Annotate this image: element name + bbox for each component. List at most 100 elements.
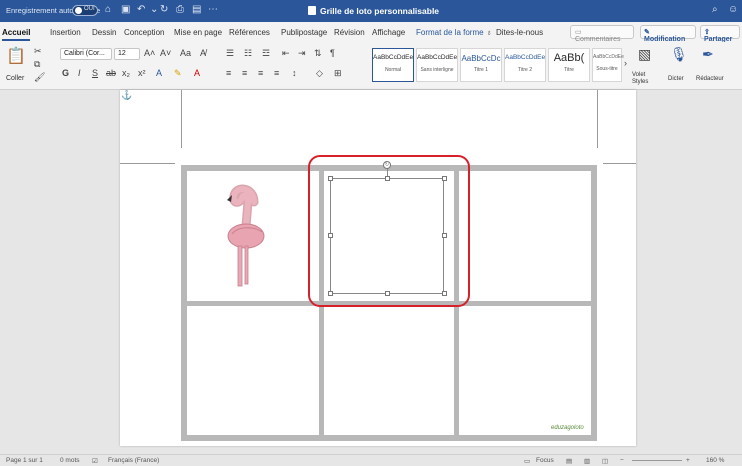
tab-references[interactable]: Références — [229, 28, 270, 37]
resize-handle[interactable] — [385, 176, 390, 181]
sort-icon[interactable]: ⇅ — [314, 48, 322, 59]
resize-handle[interactable] — [328, 233, 333, 238]
microphone-icon[interactable]: 🎙 — [670, 46, 688, 63]
borders-icon[interactable]: ⊞ — [334, 68, 342, 79]
undo-icon[interactable]: ↶ — [137, 4, 145, 15]
resize-handle[interactable] — [328, 176, 333, 181]
clear-format-icon[interactable]: A̸ — [200, 48, 206, 58]
tab-revision[interactable]: Révision — [334, 28, 365, 37]
focus-label[interactable]: Focus — [536, 457, 554, 464]
proofing-icon[interactable]: ☑ — [92, 457, 98, 465]
tab-accueil[interactable]: Accueil — [2, 28, 31, 41]
style-titre[interactable]: AaBb( Titre — [548, 48, 590, 82]
italic-icon[interactable]: I — [78, 68, 81, 78]
document-title: Grille de loto personnalisable — [320, 6, 440, 16]
comments-button[interactable]: ▭ Commentaires — [570, 25, 634, 43]
resize-handle[interactable] — [328, 291, 333, 296]
styles-pane-icon[interactable]: ▧ — [638, 46, 651, 63]
tab-affichage[interactable]: Affichage — [372, 28, 405, 37]
cut-icon[interactable]: ✂ — [34, 46, 42, 57]
home-icon[interactable]: ⌂ — [105, 4, 111, 15]
search-icon[interactable]: ⌕ — [712, 4, 718, 15]
resize-handle[interactable] — [385, 291, 390, 296]
modification-button[interactable]: ✎ Modification — [640, 25, 696, 43]
change-case-icon[interactable]: Aa — [180, 48, 191, 58]
increase-indent-icon[interactable]: ⇥ — [298, 48, 306, 59]
multilevel-icon[interactable]: ☲ — [262, 48, 270, 59]
editor-icon[interactable]: ✒ — [702, 46, 714, 63]
style-sans-interligne[interactable]: AaBbCcDdEe Sans interligne — [416, 48, 458, 82]
tab-mise-en-page[interactable]: Mise en page — [174, 28, 222, 37]
decrease-indent-icon[interactable]: ⇤ — [282, 48, 290, 59]
align-center-icon[interactable]: ≡ — [242, 68, 247, 78]
copy-icon[interactable]: ⧉ — [34, 59, 40, 70]
subscript-icon[interactable]: x₂ — [122, 68, 130, 78]
print-layout-icon[interactable]: ▤ — [566, 457, 572, 465]
bold-icon[interactable]: G — [62, 68, 69, 78]
style-preview: AaBbCcDdEe — [505, 54, 546, 61]
style-normal[interactable]: AaBbCcDdEe Normal — [372, 48, 414, 82]
resize-handle[interactable] — [442, 176, 447, 181]
paste-icon[interactable]: 📋 — [6, 46, 26, 66]
selected-shape[interactable] — [330, 178, 444, 294]
superscript-icon[interactable]: x² — [138, 68, 146, 78]
grow-font-icon[interactable]: A˄ — [144, 48, 155, 58]
flamingo-image[interactable] — [224, 182, 276, 292]
rotate-handle-icon[interactable]: ↻ — [383, 161, 391, 169]
tab-publipostage[interactable]: Publipostage — [281, 28, 327, 37]
redo-icon[interactable]: ↻ — [160, 4, 168, 15]
highlight-icon[interactable]: ✎ — [174, 68, 182, 79]
read-mode-icon[interactable]: ◫ — [602, 457, 608, 465]
print-icon[interactable]: ⎙ — [176, 4, 184, 15]
font-name-combo[interactable]: Calibri (Cor... — [60, 48, 112, 60]
resize-handle[interactable] — [442, 291, 447, 296]
resize-handle[interactable] — [442, 233, 447, 238]
share-button[interactable]: ⇪ Partager — [700, 25, 740, 43]
tab-conception[interactable]: Conception — [124, 28, 164, 37]
save-icon[interactable]: ▣ — [121, 4, 130, 15]
tab-format-forme[interactable]: Format de la forme — [416, 28, 484, 37]
focus-icon[interactable]: ▭ — [524, 457, 530, 465]
tab-insertion[interactable]: Insertion — [50, 28, 81, 37]
more-icon[interactable]: ⋯ — [208, 4, 218, 15]
font-size-combo[interactable]: 12 — [114, 48, 140, 60]
status-bar: Page 1 sur 1 0 mots ☑ Français (France) … — [0, 454, 742, 466]
chevron-right-icon[interactable]: › — [624, 58, 627, 68]
text-effects-icon[interactable]: A — [156, 68, 162, 78]
tab-dites-le-nous[interactable]: Dites-le-nous — [496, 28, 543, 37]
justify-icon[interactable]: ≡ — [274, 68, 279, 78]
customize-icon[interactable]: ▤ — [192, 4, 201, 15]
shading-icon[interactable]: ◇ — [316, 68, 323, 79]
style-name: Titre 2 — [518, 67, 532, 73]
tab-dessin[interactable]: Dessin — [92, 28, 116, 37]
line-spacing-icon[interactable]: ↕ — [292, 68, 297, 78]
chevron-down-icon[interactable]: ⌄ — [150, 4, 158, 15]
format-painter-icon[interactable]: 🖌 — [34, 72, 45, 83]
zoom-out-icon[interactable]: − — [620, 457, 624, 464]
paste-label: Coller — [6, 75, 25, 82]
align-left-icon[interactable]: ≡ — [226, 68, 231, 78]
zoom-level[interactable]: 160 % — [706, 457, 724, 464]
style-titre-2[interactable]: AaBbCcDdEe Titre 2 — [504, 48, 546, 82]
profile-icon[interactable]: ☺ — [728, 4, 738, 15]
page-count[interactable]: Page 1 sur 1 — [6, 457, 43, 464]
style-sous-titre[interactable]: AaBbCcDdEe Sous-titre — [592, 48, 624, 82]
word-count[interactable]: 0 mots — [60, 457, 80, 464]
style-preview: AaBbCcDdEe — [373, 54, 414, 61]
margin-mark — [597, 90, 598, 148]
font-color-icon[interactable]: A — [194, 68, 200, 78]
pilcrow-icon[interactable]: ¶ — [330, 48, 335, 58]
align-right-icon[interactable]: ≡ — [258, 68, 263, 78]
zoom-in-icon[interactable]: + — [686, 457, 690, 464]
bullets-icon[interactable]: ☰ — [226, 48, 234, 59]
language[interactable]: Français (France) — [108, 457, 159, 464]
web-layout-icon[interactable]: ▥ — [584, 457, 590, 465]
shrink-font-icon[interactable]: A˅ — [160, 48, 171, 58]
toggle-text: OUI — [84, 6, 95, 12]
zoom-slider[interactable] — [632, 460, 682, 461]
numbering-icon[interactable]: ☷ — [244, 48, 252, 59]
autosave-toggle[interactable]: OUI — [72, 5, 98, 16]
style-titre-1[interactable]: AaBbCcDc Titre 1 — [460, 48, 502, 82]
underline-icon[interactable]: S — [92, 68, 98, 78]
strikethrough-icon[interactable]: ab — [106, 68, 116, 78]
